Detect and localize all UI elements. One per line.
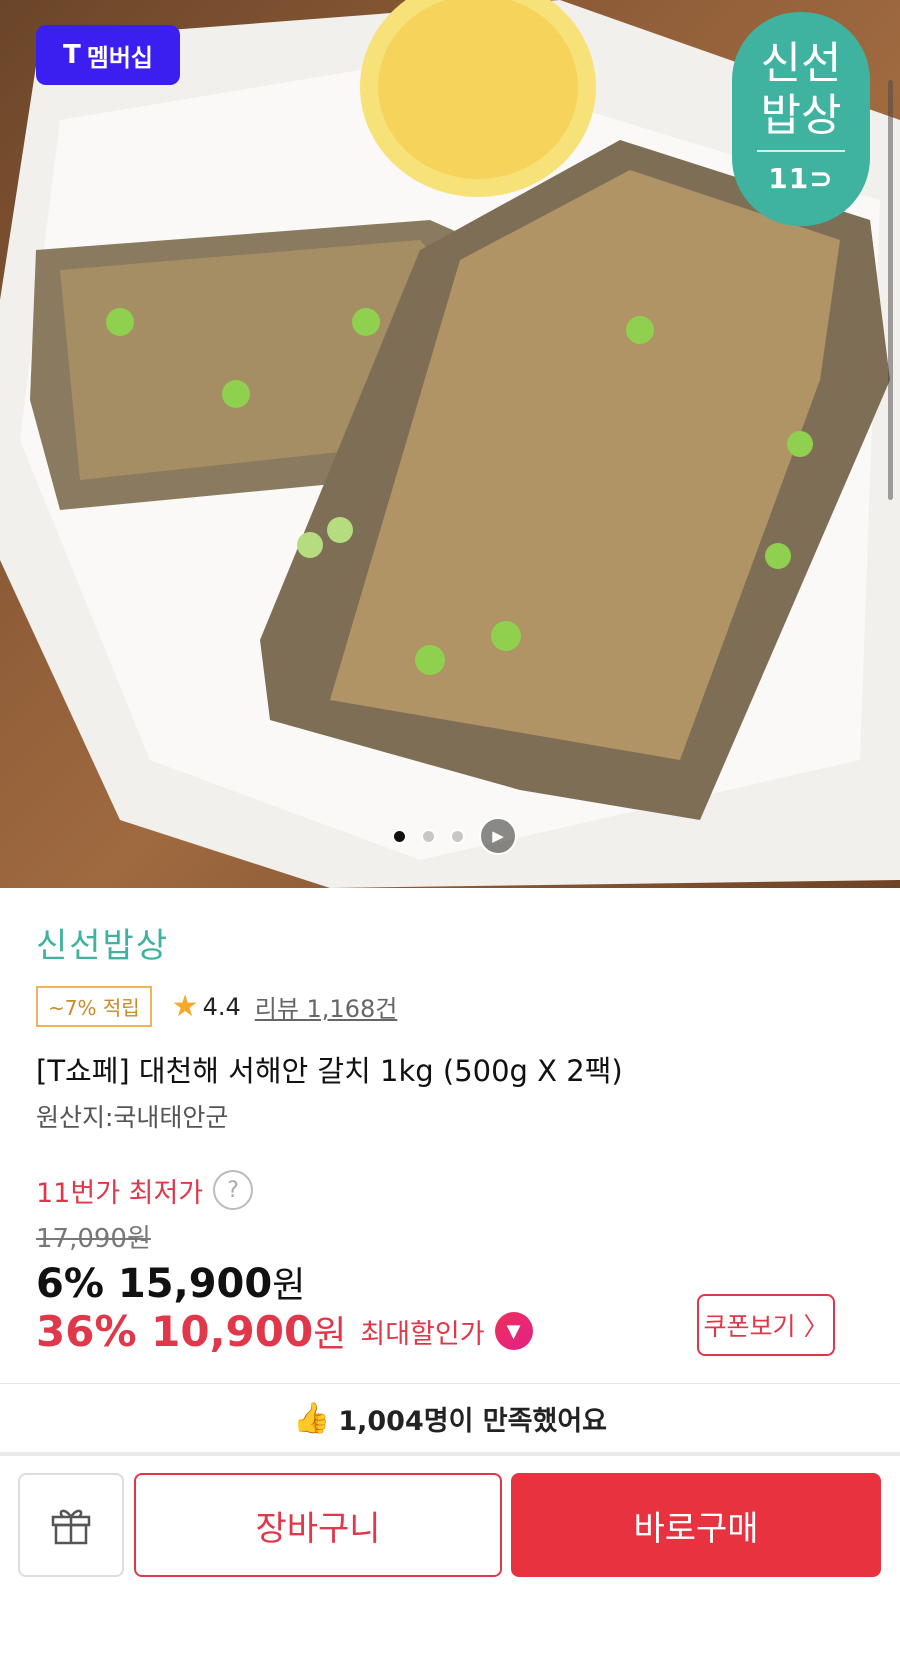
product-meta-row: ~7% 적립 ★ 4.4 리뷰 1,168건 [36, 986, 397, 1027]
point-reward-badge: ~7% 적립 [36, 986, 152, 1027]
bottom-bar-divider [0, 1452, 900, 1456]
product-title: [T쇼페] 대천해 서해안 갈치 1kg (500g X 2팩) [36, 1054, 623, 1088]
lowest-price-text: 11번가 최저가 [36, 1177, 204, 1209]
carousel-indicators: ▶ [392, 817, 517, 855]
carousel-dot-3[interactable] [450, 828, 465, 844]
buy-now-button[interactable]: 바로구매 [511, 1473, 881, 1577]
t-membership-badge: T 멤버십 [36, 25, 180, 85]
membership-label: 멤버십 [86, 43, 153, 72]
max-discount-rate: 36% [36, 1306, 137, 1356]
satisfaction-text: 1,004명이 만족했어요 [338, 1405, 608, 1437]
max-discount-value: 10,900 [151, 1306, 314, 1356]
lowest-price-label: 11번가 최저가 ? [36, 1170, 254, 1210]
brand-name-line1: 신선 [760, 38, 842, 89]
chevron-down-icon[interactable]: ▼ [494, 1312, 533, 1350]
carousel-dot-1[interactable] [392, 828, 407, 844]
carousel-dot-2[interactable] [421, 828, 436, 844]
satisfaction-banner: 👍 1,004명이 만족했어요 [0, 1384, 900, 1452]
seller-name[interactable]: 신선밥상 [36, 918, 169, 967]
brand-store-badge[interactable]: 신선 밥상 11⊃ [732, 12, 870, 226]
brand-divider [757, 150, 845, 152]
add-to-cart-button[interactable]: 장바구니 [134, 1473, 502, 1577]
product-origin: 원산지:국내태안군 [36, 1103, 229, 1132]
star-icon: ★ [171, 989, 199, 1024]
max-discount-unit: 원 [313, 1314, 347, 1355]
max-discount-price: 36% 10,900 원 최대할인가 ▼ [36, 1305, 533, 1357]
review-count-link[interactable]: 리뷰 1,168건 [255, 989, 398, 1024]
eleven-street-logo-icon: 11⊃ [768, 162, 834, 195]
gift-icon [51, 1509, 91, 1545]
sale-price: 6% 15,900원 [36, 1256, 305, 1308]
brand-name-line2: 밥상 [760, 90, 842, 141]
help-icon[interactable]: ? [213, 1170, 254, 1210]
rating-value: 4.4 [202, 992, 241, 1021]
product-image-carousel[interactable]: T 멤버십 신선 밥상 11⊃ ▶ [0, 0, 900, 888]
sale-price-unit: 원 [272, 1265, 306, 1306]
coupon-view-button[interactable]: 쿠폰보기 〉 [697, 1294, 835, 1356]
gift-button[interactable] [18, 1473, 124, 1577]
sale-discount-rate: 6% [36, 1261, 104, 1307]
original-price: 17,090원 [36, 1224, 151, 1254]
sale-price-value: 15,900 [117, 1261, 273, 1307]
max-discount-label: 최대할인가 [360, 1318, 485, 1350]
t-logo-icon: T [63, 40, 81, 70]
play-icon[interactable]: ▶ [479, 817, 517, 855]
page-scrollbar[interactable] [888, 80, 893, 500]
thumbs-up-icon: 👍 [292, 1400, 331, 1436]
